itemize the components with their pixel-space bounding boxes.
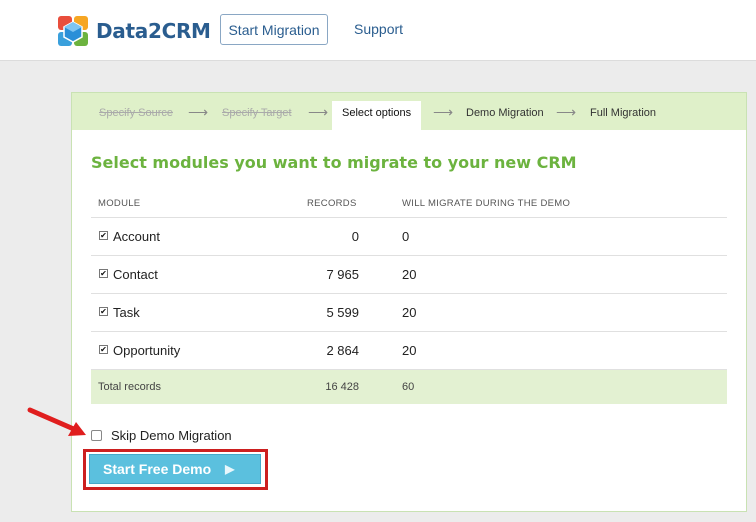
skip-demo-checkbox[interactable] bbox=[91, 430, 102, 441]
start-free-demo-button[interactable]: Start Free Demo ▶ bbox=[89, 454, 261, 484]
step-arrow-icon: ⟶ bbox=[308, 104, 329, 120]
step-full-migration: Full Migration bbox=[590, 107, 657, 119]
column-header-module: MODULE bbox=[98, 198, 141, 209]
step-arrow-icon: ⟶ bbox=[188, 104, 209, 120]
page-title: Select modules you want to migrate to yo… bbox=[91, 153, 577, 172]
total-records: 16 428 bbox=[325, 381, 359, 393]
module-name: Contact bbox=[113, 267, 158, 282]
total-demo-count: 60 bbox=[402, 381, 415, 393]
start-migration-button[interactable]: Start Migration bbox=[220, 14, 328, 45]
module-name: Task bbox=[113, 305, 140, 320]
module-checkbox[interactable]: ✔ bbox=[99, 345, 108, 354]
step-arrow-icon: ⟶ bbox=[556, 104, 577, 120]
wizard-steps: Specify Source ⟶ Specify Target ⟶ Select… bbox=[72, 93, 746, 130]
module-checkbox[interactable]: ✔ bbox=[99, 231, 108, 240]
table-header: MODULE RECORDS WILL MIGRATE DURING THE D… bbox=[91, 188, 727, 218]
table-row: ✔ Contact 7 965 20 bbox=[91, 256, 727, 294]
module-demo-count: 20 bbox=[402, 305, 417, 320]
support-link[interactable]: Support bbox=[354, 21, 403, 37]
start-free-demo-label: Start Free Demo bbox=[103, 461, 212, 477]
module-records: 2 864 bbox=[326, 343, 359, 358]
module-demo-count: 20 bbox=[402, 267, 417, 282]
module-name: Account bbox=[113, 229, 160, 244]
total-row: Total records 16 428 60 bbox=[91, 370, 727, 404]
logo-text: Data2CRM bbox=[96, 19, 211, 43]
module-checkbox[interactable]: ✔ bbox=[99, 269, 108, 278]
module-demo-count: 0 bbox=[402, 229, 410, 244]
modules-table: MODULE RECORDS WILL MIGRATE DURING THE D… bbox=[91, 188, 727, 404]
table-row: ✔ Account 0 0 bbox=[91, 218, 727, 256]
step-arrow-icon: ⟶ bbox=[433, 104, 454, 120]
step-specify-source[interactable]: Specify Source bbox=[99, 107, 173, 119]
red-arrow-icon bbox=[27, 407, 86, 436]
table-row: ✔ Opportunity 2 864 20 bbox=[91, 332, 727, 370]
step-demo-migration: Demo Migration bbox=[466, 107, 544, 119]
play-icon: ▶ bbox=[225, 462, 235, 476]
skip-demo-option[interactable]: Skip Demo Migration bbox=[91, 428, 232, 443]
cube-logo-icon bbox=[58, 16, 88, 46]
table-row: ✔ Task 5 599 20 bbox=[91, 294, 727, 332]
module-name: Opportunity bbox=[113, 343, 181, 358]
logo[interactable]: Data2CRM bbox=[56, 14, 211, 48]
module-demo-count: 20 bbox=[402, 343, 417, 358]
skip-demo-label[interactable]: Skip Demo Migration bbox=[111, 428, 232, 443]
column-header-records: RECORDS bbox=[307, 198, 357, 209]
module-records: 7 965 bbox=[326, 267, 359, 282]
step-specify-target[interactable]: Specify Target bbox=[222, 107, 292, 119]
total-label: Total records bbox=[98, 381, 161, 393]
module-records: 0 bbox=[351, 229, 359, 244]
top-navbar: Data2CRM Start Migration Support bbox=[0, 0, 756, 61]
module-records: 5 599 bbox=[326, 305, 359, 320]
column-header-demo: WILL MIGRATE DURING THE DEMO bbox=[402, 198, 571, 209]
step-select-options: Select options bbox=[332, 101, 422, 130]
module-checkbox[interactable]: ✔ bbox=[99, 307, 108, 316]
